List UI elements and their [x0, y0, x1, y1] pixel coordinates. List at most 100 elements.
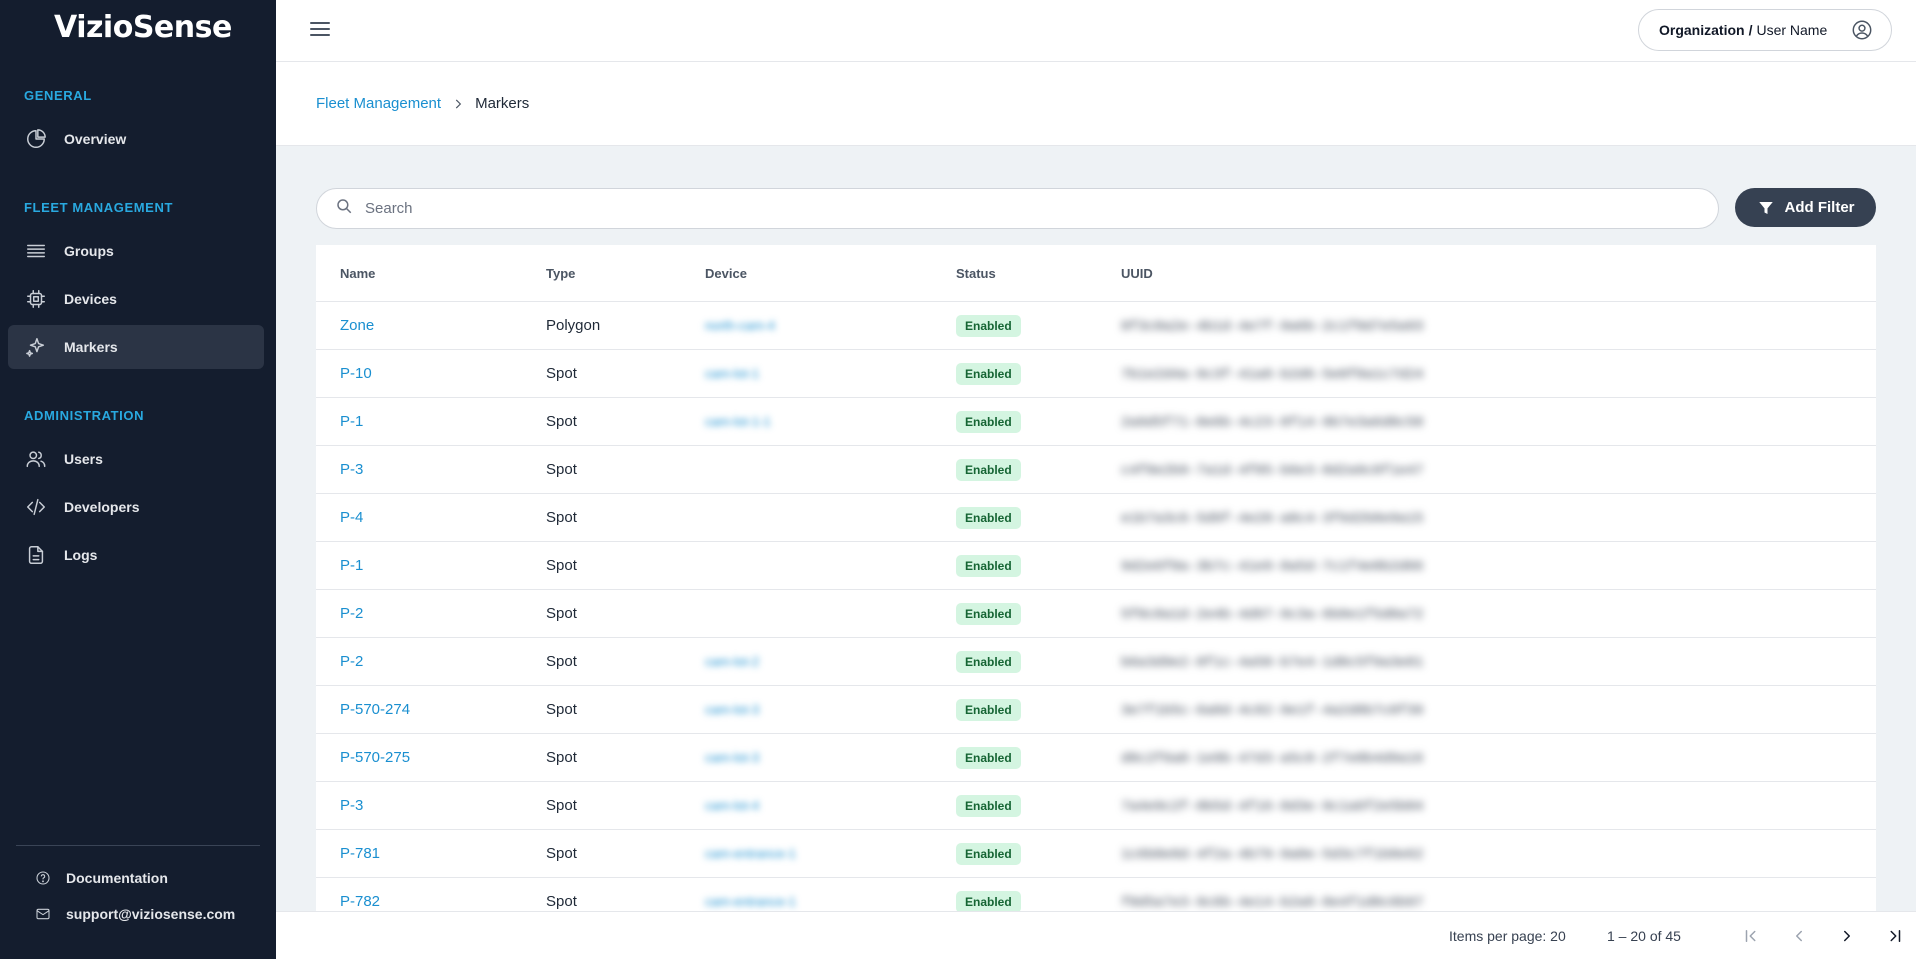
table-row[interactable]: P-782 Spot cam-entrance-1 Enabled f0d5a7e3-9… — [316, 878, 1876, 911]
sidebar-item-label: Groups — [64, 243, 114, 259]
previous-page-button[interactable] — [1787, 924, 1811, 948]
marker-uuid: d8c2f6a0-1e9b-47d3-a5c8-2f7e0b4d9a16 — [1121, 750, 1424, 767]
breadcrumb-fleet-management[interactable]: Fleet Management — [316, 95, 441, 112]
sidebar-item-developers[interactable]: Developers — [8, 485, 264, 529]
table-row[interactable]: P-3 Spot Enabled c4f8e2b9-7a1d-4f05-b6e3-0d… — [316, 446, 1876, 494]
marker-type: Spot — [546, 845, 577, 862]
device-link[interactable]: cam-lot-1 — [705, 366, 759, 381]
document-icon — [24, 543, 48, 567]
marker-type: Spot — [546, 653, 577, 670]
brand-logo[interactable]: VizioSense — [54, 10, 232, 45]
paginator: Items per page: 20 1 – 20 of 45 — [276, 911, 1916, 959]
marker-uuid: 3e7f1b5c-6a0d-4c82-9e1f-4a2d8b7c0f39 — [1121, 702, 1424, 719]
marker-uuid: 1c6b0e8d-4f2a-4b79-9a0e-5d3c7f1b8e62 — [1121, 846, 1424, 863]
marker-type: Spot — [546, 893, 577, 910]
last-page-icon — [1890, 930, 1901, 942]
marker-type: Spot — [546, 461, 577, 478]
add-filter-button[interactable]: Add Filter — [1735, 188, 1876, 227]
status-badge: Enabled — [956, 698, 1021, 721]
device-link[interactable]: cam-lot-1-1 — [705, 414, 771, 429]
page-range-label: 1 – 20 of 45 — [1607, 928, 1681, 944]
sidebar-item-markers[interactable]: Markers — [8, 325, 264, 369]
sidebar-item-users[interactable]: Users — [8, 437, 264, 481]
device-link[interactable]: cam-lot-4 — [705, 798, 759, 813]
header-device[interactable]: Device — [705, 266, 956, 281]
device-link[interactable]: cam-lot-2 — [705, 654, 759, 669]
menu-icon[interactable] — [308, 18, 332, 42]
table-row[interactable]: P-570-274 Spot cam-lot-3 Enabled 3e7f1b5c-6a… — [316, 686, 1876, 734]
table-row[interactable]: P-1 Spot Enabled 9d2e6f0a-3b7c-41e9-8a5d-7c… — [316, 542, 1876, 590]
marker-uuid: c4f8e2b9-7a1d-4f05-b6e3-0d2a9c8f1e47 — [1121, 462, 1424, 479]
mail-icon — [34, 905, 52, 923]
table-row[interactable]: P-2 Spot cam-lot-2 Enabled b6a3d9e2-8f1c-4a5… — [316, 638, 1876, 686]
marker-type: Spot — [546, 413, 577, 430]
marker-uuid: 8f3c0a2e-4b1d-4e7f-9a6b-2c1f0d7e5a93 — [1121, 318, 1424, 335]
support-email-link[interactable]: support@viziosense.com — [34, 905, 235, 923]
status-badge: Enabled — [956, 794, 1021, 817]
status-badge: Enabled — [956, 890, 1021, 911]
marker-uuid: e1b7a3c6-5d9f-4e28-a0c4-3f6d2b8e9a15 — [1121, 510, 1424, 527]
status-badge: Enabled — [956, 746, 1021, 769]
table-row[interactable]: P-3 Spot cam-lot-4 Enabled 7a4e9c2f-0b5d-4f1… — [316, 782, 1876, 830]
search-input[interactable] — [365, 200, 1665, 217]
device-link[interactable]: north-cam-4 — [705, 318, 775, 333]
marker-name-link[interactable]: P-3 — [340, 797, 363, 814]
device-link[interactable]: cam-entrance-1 — [705, 894, 796, 909]
marker-type: Spot — [546, 557, 577, 574]
last-page-button[interactable] — [1883, 924, 1907, 948]
marker-name-link[interactable]: P-1 — [340, 557, 363, 574]
sidebar-item-label: Overview — [64, 131, 127, 147]
sidebar-item-label: Logs — [64, 547, 98, 563]
marker-type: Spot — [546, 509, 577, 526]
status-badge: Enabled — [956, 554, 1021, 577]
marker-name-link[interactable]: P-4 — [340, 509, 363, 526]
sparkle-icon — [24, 335, 48, 359]
table-row[interactable]: P-781 Spot cam-entrance-1 Enabled 1c6b0e8d-4… — [316, 830, 1876, 878]
table-row[interactable]: P-2 Spot Enabled 5f0c8a1d-2e4b-4d97-9c3a-6b… — [316, 590, 1876, 638]
sidebar-item-groups[interactable]: Groups — [8, 229, 264, 273]
header-uuid[interactable]: UUID — [1121, 266, 1876, 281]
device-link[interactable]: cam-lot-3 — [705, 702, 759, 717]
user-menu-button[interactable]: Organization / User Name — [1638, 9, 1892, 51]
marker-name-link[interactable]: P-1 — [340, 413, 363, 430]
device-link[interactable]: cam-lot-3 — [705, 750, 759, 765]
items-per-page-label[interactable]: Items per page: 20 — [1449, 928, 1566, 944]
marker-uuid: 7a4e9c2f-0b5d-4f16-8d3e-9c1a6f2e5b04 — [1121, 798, 1424, 815]
next-page-button[interactable] — [1835, 924, 1859, 948]
header-name[interactable]: Name — [316, 266, 546, 281]
marker-name-link[interactable]: P-2 — [340, 605, 363, 622]
search-icon — [335, 197, 353, 220]
status-badge: Enabled — [956, 842, 1021, 865]
marker-name-link[interactable]: P-3 — [340, 461, 363, 478]
marker-name-link[interactable]: P-570-274 — [340, 701, 410, 718]
table-row[interactable]: P-1 Spot cam-lot-1-1 Enabled 2a9d5f71-0e6b-4… — [316, 398, 1876, 446]
documentation-label: Documentation — [66, 870, 168, 886]
documentation-link[interactable]: Documentation — [34, 869, 168, 887]
table-row[interactable]: Zone Polygon north-cam-4 Enabled 8f3c0a2e-4b… — [316, 302, 1876, 350]
header-type[interactable]: Type — [546, 266, 705, 281]
marker-type: Polygon — [546, 317, 601, 334]
marker-name-link[interactable]: P-782 — [340, 893, 380, 910]
marker-type: Spot — [546, 605, 577, 622]
marker-name-link[interactable]: Zone — [340, 317, 374, 334]
marker-uuid: f0d5a7e3-9c6b-4e14-b2a8-8e4f1d0c6b97 — [1121, 894, 1424, 911]
marker-type: Spot — [546, 365, 577, 382]
header-status[interactable]: Status — [956, 266, 1121, 281]
sidebar: VizioSense GENERAL Overview FLEET MANAGE… — [0, 0, 276, 959]
status-badge: Enabled — [956, 650, 1021, 673]
table-row[interactable]: P-4 Spot Enabled e1b7a3c6-5d9f-4e28-a0c4-3f… — [316, 494, 1876, 542]
support-email-label: support@viziosense.com — [66, 906, 236, 922]
table-row[interactable]: P-570-275 Spot cam-lot-3 Enabled d8c2f6a0-1e… — [316, 734, 1876, 782]
first-page-button[interactable] — [1739, 924, 1763, 948]
sidebar-item-logs[interactable]: Logs — [8, 533, 264, 577]
device-link[interactable]: cam-entrance-1 — [705, 846, 796, 861]
marker-name-link[interactable]: P-781 — [340, 845, 380, 862]
sidebar-item-overview[interactable]: Overview — [8, 117, 264, 161]
sidebar-item-devices[interactable]: Devices — [8, 277, 264, 321]
marker-name-link[interactable]: P-10 — [340, 365, 372, 382]
status-badge: Enabled — [956, 458, 1021, 481]
table-row[interactable]: P-10 Spot cam-lot-1 Enabled 7b1e2d4a-9c3f-41… — [316, 350, 1876, 398]
marker-name-link[interactable]: P-2 — [340, 653, 363, 670]
filter-icon — [1758, 201, 1773, 214]
marker-name-link[interactable]: P-570-275 — [340, 749, 410, 766]
